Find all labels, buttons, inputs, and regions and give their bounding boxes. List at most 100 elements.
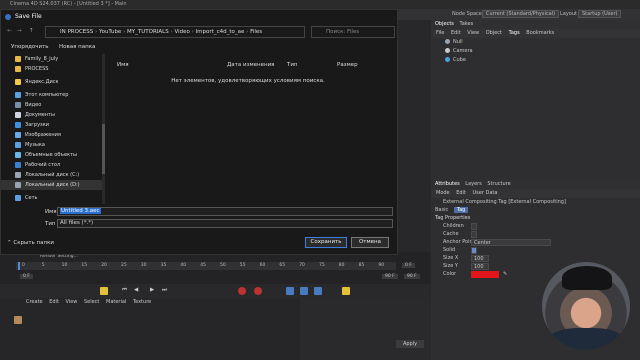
nav-item[interactable]: Сеть: [1, 193, 105, 203]
end-frame-2[interactable]: 90 F: [404, 274, 420, 279]
menu-edit[interactable]: Edit: [49, 299, 59, 305]
menu-mode[interactable]: Mode: [436, 190, 450, 196]
save-button[interactable]: Сохранить: [305, 237, 347, 248]
cancel-button[interactable]: Отмена: [351, 237, 389, 248]
menu-tags[interactable]: Tags: [509, 30, 520, 36]
breadcrumb-item[interactable]: Import_c4d_to_ae: [196, 29, 245, 35]
eyedropper-icon[interactable]: ✎: [503, 270, 507, 278]
column-name[interactable]: Имя: [117, 62, 129, 68]
tag-name: External Compositing Tag [External Compo…: [443, 199, 566, 205]
breadcrumb-item[interactable]: IN PROCESS: [60, 29, 93, 35]
autokey-icon[interactable]: [254, 287, 262, 295]
nav-item[interactable]: Музыка: [1, 140, 105, 150]
attr-label: Size Y: [443, 263, 458, 269]
rotate-key-icon[interactable]: [300, 287, 308, 295]
menu-texture[interactable]: Texture: [133, 299, 151, 305]
object-row-cube[interactable]: Cube: [431, 56, 640, 65]
object-name: Null: [453, 39, 463, 45]
up-icon[interactable]: ↑: [29, 28, 34, 34]
node-space-select[interactable]: Current (Standard/Physical): [482, 10, 560, 18]
nav-item[interactable]: PROCESS: [1, 64, 105, 74]
anchor-select[interactable]: Center: [471, 239, 551, 246]
null-icon: [445, 39, 450, 44]
nav-item[interactable]: Документы: [1, 110, 105, 120]
breadcrumb-item[interactable]: MY_TUTORIALS: [127, 29, 169, 35]
cache-checkbox[interactable]: [471, 231, 477, 238]
nav-item[interactable]: Загрузки: [1, 120, 105, 130]
filetype-select[interactable]: All files (*.*): [57, 219, 393, 228]
webcam-overlay: [542, 262, 630, 350]
breadcrumb-item[interactable]: Video: [174, 29, 189, 35]
move-key-icon[interactable]: [286, 287, 294, 295]
subtab-tag[interactable]: Tag: [453, 207, 469, 213]
breadcrumb-item[interactable]: YouTube: [99, 29, 121, 35]
organize-button[interactable]: Упорядочить: [11, 41, 49, 53]
breadcrumb-item[interactable]: Files: [250, 29, 262, 35]
first-frame-icon[interactable]: ⏮: [122, 287, 130, 295]
menu-edit[interactable]: Edit: [451, 30, 461, 36]
menu-user-data[interactable]: User Data: [473, 190, 498, 196]
back-icon[interactable]: ←: [7, 28, 12, 34]
nav-item[interactable]: Яндекс.Диск: [1, 77, 105, 87]
nav-item[interactable]: Локальный диск (D:): [1, 180, 105, 190]
menu-bookmarks[interactable]: Bookmarks: [526, 30, 554, 36]
record-icon[interactable]: [238, 287, 246, 295]
timeline-tick-label: 20: [101, 263, 107, 268]
nav-item-label: Музыка: [25, 142, 45, 148]
nav-item[interactable]: Этот компьютер: [1, 90, 105, 100]
keyframe-icon[interactable]: [100, 287, 108, 295]
object-manager: Objects Takes File Edit View Object Tags…: [431, 20, 640, 180]
tab-layers[interactable]: Layers: [465, 181, 482, 187]
layout-select[interactable]: Startup (User): [578, 10, 622, 18]
param-key-icon[interactable]: [342, 287, 350, 295]
prev-frame-icon[interactable]: ◀: [134, 287, 142, 295]
subtab-basic[interactable]: Basic: [435, 207, 448, 213]
apply-button[interactable]: Apply: [396, 340, 424, 348]
tab-takes[interactable]: Takes: [459, 21, 473, 27]
object-row-camera[interactable]: Camera: [431, 47, 640, 56]
menu-material[interactable]: Material: [106, 299, 126, 305]
search-input[interactable]: Поиск: Files: [311, 26, 395, 38]
end-frame[interactable]: 90 F: [382, 274, 398, 279]
sizey-input[interactable]: 100: [471, 263, 489, 270]
nav-scrollbar[interactable]: [102, 54, 105, 204]
address-bar[interactable]: IN PROCESS › YouTube › MY_TUTORIALS › Vi…: [45, 26, 305, 38]
color-swatch[interactable]: [471, 271, 499, 278]
next-frame-icon[interactable]: ⏭: [162, 287, 170, 295]
new-folder-button[interactable]: Новая папка: [59, 41, 95, 53]
current-frame[interactable]: 0 F: [402, 263, 415, 268]
menu-view[interactable]: View: [66, 299, 78, 305]
nav-item[interactable]: Family_8_july: [1, 54, 105, 64]
menu-edit[interactable]: Edit: [456, 190, 466, 196]
column-type[interactable]: Тип: [287, 62, 298, 68]
menu-select[interactable]: Select: [84, 299, 99, 305]
material-tool-icon[interactable]: [14, 316, 22, 324]
menu-view[interactable]: View: [467, 30, 479, 36]
material-manager: Create Edit View Select Material Texture: [0, 298, 300, 360]
nav-item[interactable]: Локальный диск (C:): [1, 170, 105, 180]
start-frame[interactable]: 0 F: [20, 274, 33, 279]
nav-item[interactable]: Изображения: [1, 130, 105, 140]
filename-input[interactable]: Untitled 3.aec: [57, 207, 393, 216]
coordinates-manager: Apply: [300, 298, 430, 360]
hide-folders-toggle[interactable]: ⌃ Скрыть папки: [7, 240, 54, 246]
menu-create[interactable]: Create: [26, 299, 43, 305]
playhead[interactable]: [18, 262, 20, 270]
nav-item[interactable]: Видео: [1, 100, 105, 110]
nav-item[interactable]: Рабочий стол: [1, 160, 105, 170]
tab-objects[interactable]: Objects: [435, 21, 454, 27]
solid-checkbox[interactable]: [471, 247, 477, 254]
forward-icon[interactable]: →: [17, 28, 22, 34]
tab-attributes[interactable]: Attributes: [435, 181, 460, 187]
nav-item[interactable]: Объемные объекты: [1, 150, 105, 160]
tab-structure[interactable]: Structure: [487, 181, 510, 187]
play-icon[interactable]: ▶: [150, 287, 158, 295]
object-row-null[interactable]: Null: [431, 38, 640, 47]
column-size[interactable]: Размер: [337, 62, 358, 68]
menu-file[interactable]: File: [436, 30, 444, 36]
column-date[interactable]: Дата изменения: [227, 62, 274, 68]
menu-object[interactable]: Object: [486, 30, 502, 36]
children-checkbox[interactable]: [471, 223, 477, 230]
scale-key-icon[interactable]: [314, 287, 322, 295]
sizex-input[interactable]: 100: [471, 255, 489, 262]
